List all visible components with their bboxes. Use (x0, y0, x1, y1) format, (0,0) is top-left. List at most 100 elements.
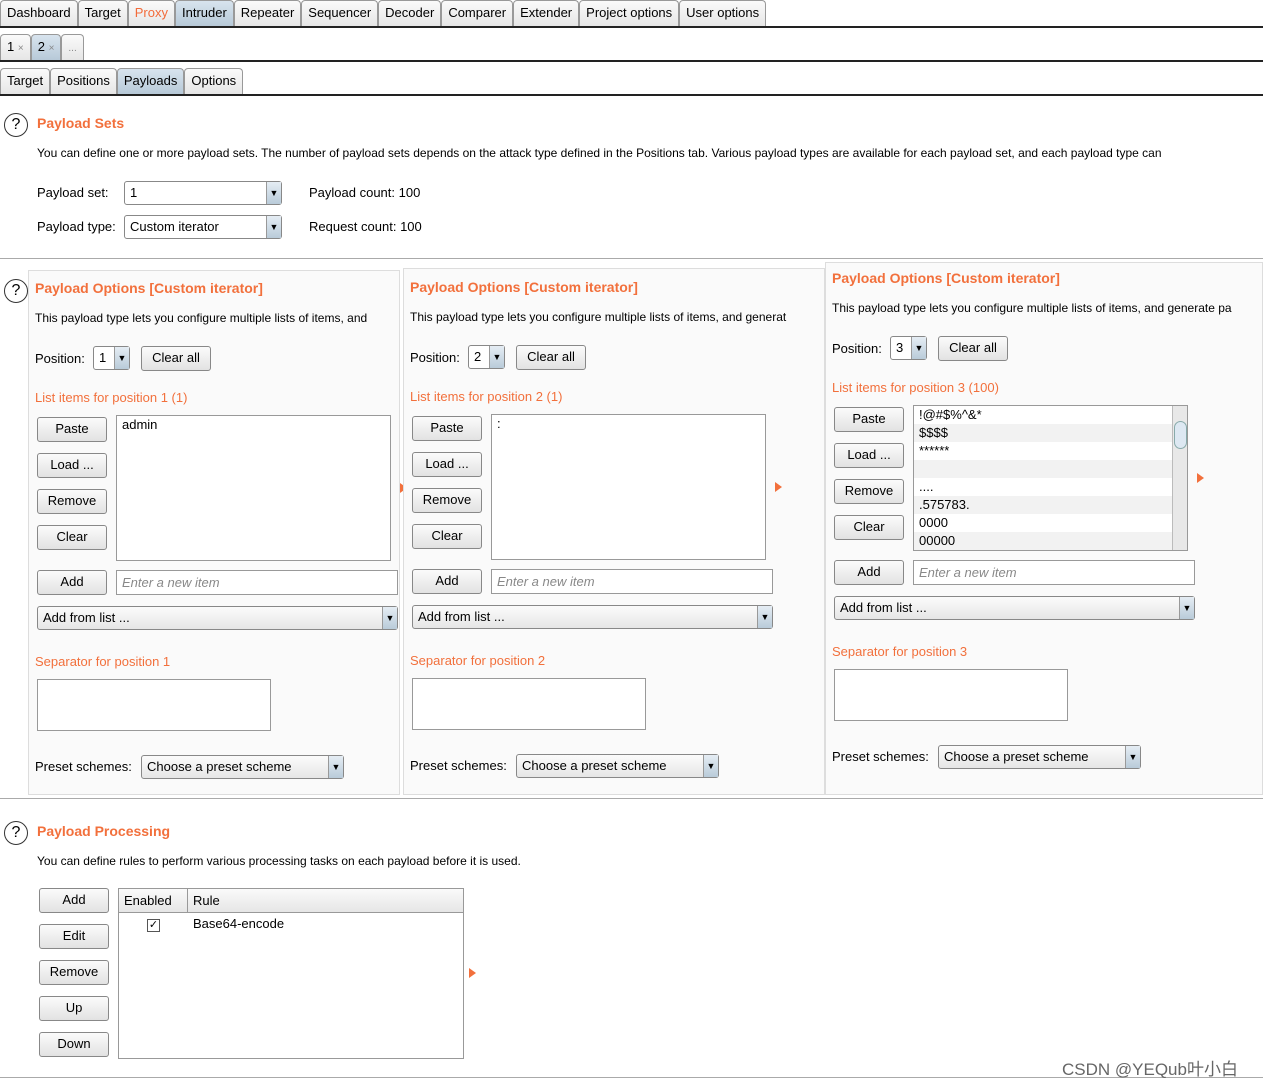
attack-tab-1[interactable]: 1 × (0, 34, 31, 60)
new-item-input[interactable]: Enter a new item (491, 569, 773, 594)
load-button[interactable]: Load ... (834, 443, 904, 468)
help-icon[interactable]: ? (4, 113, 28, 137)
position-select[interactable]: 3 ▼ (890, 336, 927, 360)
down-rule-button[interactable]: Down (39, 1032, 109, 1057)
expand-arrow-icon[interactable] (1197, 473, 1204, 483)
add-from-list-select[interactable]: Add from list ... ▼ (834, 596, 1195, 620)
tab-intruder[interactable]: Intruder (174, 0, 234, 26)
remove-rule-button[interactable]: Remove (39, 960, 109, 985)
list-items-box[interactable]: admin (116, 415, 391, 561)
tab-comparer[interactable]: Comparer (441, 0, 514, 26)
column-rule[interactable]: Rule (188, 889, 220, 912)
list-item[interactable]: .575783. (914, 496, 1187, 514)
separator-input[interactable] (37, 679, 271, 731)
add-item-button[interactable]: Add (412, 569, 482, 594)
payload-type-select[interactable]: Custom iterator ▼ (124, 215, 282, 239)
position-select[interactable]: 1 ▼ (93, 346, 130, 370)
help-icon[interactable]: ? (4, 279, 28, 303)
list-item[interactable]: admin (117, 416, 390, 434)
scrollbar[interactable] (1172, 406, 1187, 550)
request-count: Request count: 100 (309, 219, 422, 234)
tab-dashboard[interactable]: Dashboard (0, 0, 78, 26)
column-enabled[interactable]: Enabled (119, 889, 188, 912)
new-item-input[interactable]: Enter a new item (913, 560, 1195, 585)
list-items-box[interactable]: : (491, 414, 766, 560)
clear-all-button[interactable]: Clear all (141, 346, 211, 371)
chevron-down-icon: ▼ (266, 182, 281, 204)
subtab-positions[interactable]: Positions (50, 68, 117, 94)
separator-input[interactable] (834, 669, 1068, 721)
tab-user-options[interactable]: User options (679, 0, 767, 26)
edit-rule-button[interactable]: Edit (39, 924, 109, 949)
up-rule-button[interactable]: Up (39, 996, 109, 1021)
remove-button[interactable]: Remove (412, 488, 482, 513)
position-value: 1 (99, 350, 107, 365)
clear-button[interactable]: Clear (834, 515, 904, 540)
tab-sequencer[interactable]: Sequencer (301, 0, 379, 26)
help-icon[interactable]: ? (4, 821, 28, 845)
list-items-title: List items for position 1 (1) (35, 390, 188, 405)
attack-tab-2[interactable]: 2 × (30, 34, 62, 60)
subtab-payloads[interactable]: Payloads (116, 68, 185, 94)
remove-button[interactable]: Remove (834, 479, 904, 504)
clear-button[interactable]: Clear (412, 524, 482, 549)
separator-input[interactable] (412, 678, 646, 730)
load-button[interactable]: Load ... (37, 453, 107, 478)
expand-arrow-icon[interactable] (469, 968, 476, 978)
tab-target[interactable]: Target (77, 0, 128, 26)
paste-button[interactable]: Paste (37, 417, 107, 442)
tab-project-options[interactable]: Project options (579, 0, 680, 26)
list-item[interactable]: ****** (914, 442, 1187, 460)
position-select[interactable]: 2 ▼ (468, 345, 505, 369)
chevron-down-icon: ▼ (489, 346, 504, 368)
list-item[interactable]: $$$$ (914, 424, 1187, 442)
preset-scheme-select[interactable]: Choose a preset scheme ▼ (938, 745, 1141, 769)
payload-sets-title: Payload Sets (37, 115, 125, 131)
list-item[interactable]: : (492, 415, 765, 433)
request-count-label: Request count: (309, 219, 397, 234)
tab-proxy[interactable]: Proxy (127, 0, 175, 26)
load-button[interactable]: Load ... (412, 452, 482, 477)
clear-all-button[interactable]: Clear all (938, 336, 1008, 361)
preset-scheme-select[interactable]: Choose a preset scheme ▼ (141, 755, 344, 779)
enabled-checkbox[interactable]: ✓ (147, 919, 160, 932)
add-item-button[interactable]: Add (834, 560, 904, 585)
processing-rules-table[interactable]: Enabled Rule ✓ Base64-encode (118, 888, 464, 1059)
new-tab-button[interactable]: ... (61, 34, 84, 60)
watermark: CSDN @YEQub叶小白 (1062, 1060, 1238, 1079)
payload-set-select[interactable]: 1 ▼ (124, 181, 282, 205)
chevron-down-icon: ▼ (1125, 746, 1140, 768)
subtab-target[interactable]: Target (0, 68, 51, 94)
list-item[interactable]: 0000 (914, 514, 1187, 532)
list-item[interactable]: !@#$%^&* (914, 406, 1187, 424)
table-row[interactable]: ✓ Base64-encode (119, 913, 463, 935)
chevron-down-icon: ▼ (266, 216, 281, 238)
add-item-button[interactable]: Add (37, 570, 107, 595)
list-item[interactable] (914, 460, 1187, 478)
tab-decoder[interactable]: Decoder (378, 0, 442, 26)
request-count-value: 100 (400, 219, 422, 234)
clear-button[interactable]: Clear (37, 525, 107, 550)
list-item[interactable]: .... (914, 478, 1187, 496)
add-rule-button[interactable]: Add (39, 888, 109, 913)
add-from-list-select[interactable]: Add from list ... ▼ (37, 606, 398, 630)
preset-scheme-select[interactable]: Choose a preset scheme ▼ (516, 754, 719, 778)
tab-repeater[interactable]: Repeater (233, 0, 302, 26)
chevron-down-icon: ▼ (114, 347, 129, 369)
paste-button[interactable]: Paste (412, 416, 482, 441)
close-icon[interactable]: × (18, 43, 24, 54)
expand-arrow-icon[interactable] (775, 482, 782, 492)
list-items-box[interactable]: !@#$%^&* $$$$ ******.... .575783. 0000 00000 (913, 405, 1188, 551)
remove-button[interactable]: Remove (37, 489, 107, 514)
new-item-input[interactable]: Enter a new item (116, 570, 398, 595)
close-icon[interactable]: × (49, 43, 55, 54)
clear-all-button[interactable]: Clear all (516, 345, 586, 370)
list-item[interactable]: 00000 (914, 532, 1187, 550)
sub-tabs: Target Positions Payloads Options (0, 68, 1263, 96)
scroll-thumb[interactable] (1174, 421, 1187, 449)
subtab-options[interactable]: Options (184, 68, 244, 94)
paste-button[interactable]: Paste (834, 407, 904, 432)
add-from-list-select[interactable]: Add from list ... ▼ (412, 605, 773, 629)
tab-extender[interactable]: Extender (513, 0, 580, 26)
payload-sets-desc: You can define one or more payload sets.… (37, 146, 1162, 160)
